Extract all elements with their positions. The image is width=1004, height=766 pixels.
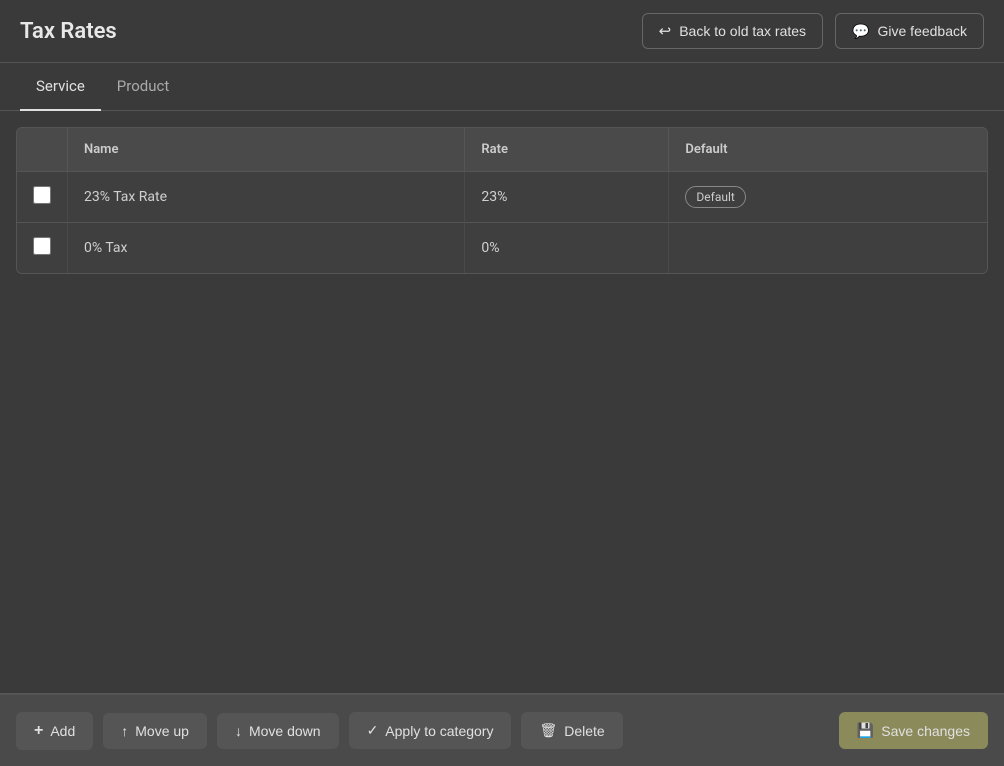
add-button[interactable]: + Add — [16, 712, 93, 750]
move-up-button[interactable]: Move up — [103, 713, 207, 749]
save-changes-label: Save changes — [881, 723, 970, 739]
row-1-rate: 23% — [465, 172, 669, 223]
table-row: 23% Tax Rate 23% Default — [17, 172, 987, 223]
back-icon — [659, 22, 672, 40]
move-down-label: Move down — [249, 723, 321, 739]
add-icon: + — [34, 722, 43, 740]
back-button-label: Back to old tax rates — [679, 23, 806, 39]
page-header: Tax Rates Back to old tax rates Give fee… — [0, 0, 1004, 63]
delete-label: Delete — [564, 723, 604, 739]
table-header-row: Name Rate Default — [17, 128, 987, 172]
feedback-icon — [852, 23, 869, 40]
trash-icon — [539, 722, 557, 739]
column-header-rate: Rate — [465, 128, 669, 172]
move-up-label: Move up — [135, 723, 189, 739]
main-content: Name Rate Default 23% Tax Rate 23% Defau… — [0, 111, 1004, 693]
default-badge: Default — [685, 186, 745, 208]
save-changes-button[interactable]: Save changes — [839, 712, 988, 749]
tax-rates-table: Name Rate Default 23% Tax Rate 23% Defau… — [17, 128, 987, 273]
table-row: 0% Tax 0% — [17, 223, 987, 274]
arrow-down-icon — [235, 723, 242, 739]
apply-to-category-button[interactable]: Apply to category — [349, 712, 512, 749]
give-feedback-button[interactable]: Give feedback — [835, 13, 984, 49]
check-icon — [367, 722, 379, 739]
column-header-checkbox — [17, 128, 68, 172]
tax-rates-table-container: Name Rate Default 23% Tax Rate 23% Defau… — [16, 127, 988, 274]
header-actions: Back to old tax rates Give feedback — [642, 13, 984, 49]
row-1-checkbox-cell — [17, 172, 68, 223]
row-1-name: 23% Tax Rate — [68, 172, 465, 223]
move-down-button[interactable]: Move down — [217, 713, 339, 749]
row-2-checkbox[interactable] — [33, 237, 51, 255]
delete-button[interactable]: Delete — [521, 712, 622, 749]
column-header-default: Default — [669, 128, 987, 172]
feedback-button-label: Give feedback — [878, 23, 968, 39]
page-title: Tax Rates — [20, 19, 117, 44]
row-2-rate: 0% — [465, 223, 669, 274]
save-icon — [857, 722, 874, 739]
tab-product[interactable]: Product — [101, 63, 185, 111]
row-1-checkbox[interactable] — [33, 186, 51, 204]
bottom-toolbar: + Add Move up Move down Apply to categor… — [0, 694, 1004, 766]
row-2-name: 0% Tax — [68, 223, 465, 274]
column-header-name: Name — [68, 128, 465, 172]
arrow-up-icon — [121, 723, 128, 739]
tabs-container: Service Product — [0, 63, 1004, 111]
add-button-label: Add — [50, 723, 75, 739]
row-1-default: Default — [669, 172, 987, 223]
row-2-checkbox-cell — [17, 223, 68, 274]
tab-service[interactable]: Service — [20, 63, 101, 111]
apply-to-category-label: Apply to category — [385, 723, 493, 739]
row-2-default — [669, 223, 987, 274]
back-to-old-tax-rates-button[interactable]: Back to old tax rates — [642, 13, 823, 49]
